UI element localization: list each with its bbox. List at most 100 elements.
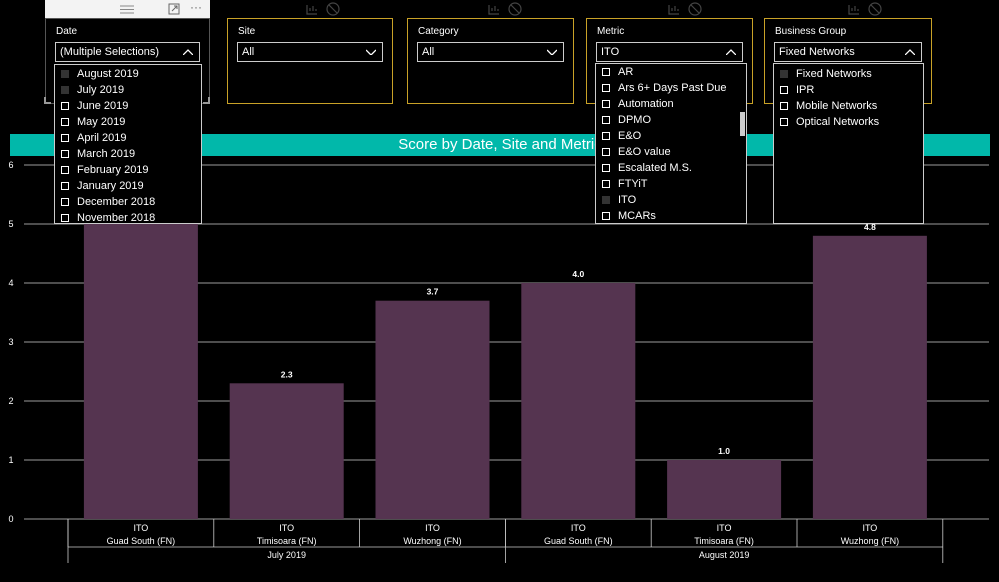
business-group-slicer-title: Business Group bbox=[775, 26, 847, 37]
site-dropdown[interactable]: All bbox=[237, 42, 383, 62]
option-item[interactable]: June 2019 bbox=[55, 98, 201, 114]
option-item[interactable]: Automation bbox=[596, 96, 746, 112]
filter-icon-group[interactable] bbox=[667, 2, 707, 16]
checkbox[interactable] bbox=[602, 148, 610, 156]
checkbox[interactable] bbox=[61, 150, 69, 158]
x-tick-label: ITO bbox=[133, 523, 148, 533]
x-tick-label: Timisoara (FN) bbox=[257, 536, 317, 546]
y-tick-label: 2 bbox=[8, 396, 13, 406]
checkbox[interactable] bbox=[602, 68, 610, 76]
option-label: Optical Networks bbox=[796, 116, 880, 128]
option-item[interactable]: February 2019 bbox=[55, 162, 201, 178]
bar bbox=[667, 460, 782, 519]
bar bbox=[229, 383, 344, 519]
checkbox[interactable] bbox=[61, 70, 69, 78]
site-slicer: Site All bbox=[227, 18, 393, 104]
drag-handle-icon[interactable] bbox=[120, 5, 134, 14]
checkbox[interactable] bbox=[61, 102, 69, 110]
option-item[interactable]: April 2019 bbox=[55, 130, 201, 146]
chevron-up-icon bbox=[183, 49, 193, 55]
checkbox[interactable] bbox=[61, 198, 69, 206]
option-item[interactable]: December 2018 bbox=[55, 194, 201, 210]
option-label: Automation bbox=[618, 98, 674, 110]
checkbox[interactable] bbox=[61, 214, 69, 222]
checkbox[interactable] bbox=[61, 86, 69, 94]
x-tick-label: Guad South (FN) bbox=[544, 536, 613, 546]
checkbox[interactable] bbox=[602, 212, 610, 220]
data-label: 4.0 bbox=[572, 269, 584, 279]
option-label: Ars 6+ Days Past Due bbox=[618, 82, 727, 94]
checkbox[interactable] bbox=[61, 118, 69, 126]
option-item[interactable]: Escalated M.S. bbox=[596, 160, 746, 176]
option-label: E&O value bbox=[618, 146, 671, 158]
option-item[interactable]: January 2019 bbox=[55, 178, 201, 194]
option-item[interactable]: Fixed Networks bbox=[774, 66, 923, 82]
checkbox[interactable] bbox=[780, 86, 788, 94]
option-item[interactable]: July 2019 bbox=[55, 82, 201, 98]
checkbox[interactable] bbox=[780, 70, 788, 78]
option-item[interactable]: E&O bbox=[596, 128, 746, 144]
option-item[interactable]: November 2018 bbox=[55, 210, 201, 223]
chevron-down-icon bbox=[547, 49, 557, 55]
x-group-label: August 2019 bbox=[699, 550, 750, 560]
option-item[interactable]: MCARs bbox=[596, 208, 746, 223]
resize-handle[interactable] bbox=[203, 97, 210, 104]
filter-icon-group[interactable] bbox=[487, 2, 527, 16]
chevron-up-icon bbox=[726, 49, 736, 55]
bar bbox=[375, 300, 490, 519]
checkbox[interactable] bbox=[780, 102, 788, 110]
x-tick-label: ITO bbox=[862, 523, 877, 533]
checkbox[interactable] bbox=[602, 84, 610, 92]
checkbox[interactable] bbox=[602, 116, 610, 124]
option-label: IPR bbox=[796, 84, 815, 96]
category-dropdown-value: All bbox=[422, 46, 435, 58]
option-label: AR bbox=[618, 66, 634, 78]
option-item[interactable]: August 2019 bbox=[55, 66, 201, 82]
option-label: June 2019 bbox=[77, 100, 129, 112]
checkbox[interactable] bbox=[602, 196, 610, 204]
option-item[interactable]: May 2019 bbox=[55, 114, 201, 130]
x-tick-label: Wuzhong (FN) bbox=[403, 536, 461, 546]
category-dropdown[interactable]: All bbox=[417, 42, 564, 62]
option-label: July 2019 bbox=[77, 84, 125, 96]
metric-slicer-title: Metric bbox=[597, 26, 625, 37]
y-tick-label: 3 bbox=[8, 337, 13, 347]
resize-handle[interactable] bbox=[44, 97, 51, 104]
option-item[interactable]: AR bbox=[596, 64, 746, 80]
x-tick-label: Timisoara (FN) bbox=[694, 536, 754, 546]
checkbox[interactable] bbox=[602, 180, 610, 188]
date-dropdown[interactable]: (Multiple Selections) bbox=[55, 42, 200, 62]
option-item[interactable]: Mobile Networks bbox=[774, 98, 923, 114]
option-label: Mobile Networks bbox=[796, 100, 878, 112]
x-tick-label: ITO bbox=[717, 523, 732, 533]
checkbox[interactable] bbox=[602, 164, 610, 172]
checkbox[interactable] bbox=[602, 100, 610, 108]
option-item[interactable]: ITO bbox=[596, 192, 746, 208]
checkbox[interactable] bbox=[61, 134, 69, 142]
checkbox[interactable] bbox=[61, 182, 69, 190]
option-item[interactable]: IPR bbox=[774, 82, 923, 98]
business-group-dropdown[interactable]: Fixed Networks bbox=[774, 42, 922, 62]
more-options-icon[interactable]: ··· bbox=[190, 0, 202, 14]
date-dropdown-value: (Multiple Selections) bbox=[60, 46, 160, 58]
focus-mode-icon[interactable] bbox=[168, 3, 180, 15]
metric-options-list: AR Ars 6+ Days Past Due Automation DPMO E&O E… bbox=[595, 63, 747, 224]
option-item[interactable]: Optical Networks bbox=[774, 114, 923, 130]
option-item[interactable]: E&O value bbox=[596, 144, 746, 160]
option-item[interactable]: Ars 6+ Days Past Due bbox=[596, 80, 746, 96]
option-label: April 2019 bbox=[77, 132, 127, 144]
filter-icon-group[interactable] bbox=[847, 2, 887, 16]
option-item[interactable]: FTYiT bbox=[596, 176, 746, 192]
option-label: February 2019 bbox=[77, 164, 149, 176]
option-label: March 2019 bbox=[77, 148, 136, 160]
y-tick-label: 4 bbox=[8, 278, 13, 288]
checkbox[interactable] bbox=[61, 166, 69, 174]
y-tick-label: 6 bbox=[8, 160, 13, 170]
checkbox[interactable] bbox=[780, 118, 788, 126]
checkbox[interactable] bbox=[602, 132, 610, 140]
option-item[interactable]: DPMO bbox=[596, 112, 746, 128]
metric-dropdown[interactable]: ITO bbox=[596, 42, 743, 62]
option-item[interactable]: March 2019 bbox=[55, 146, 201, 162]
x-tick-label: ITO bbox=[279, 523, 294, 533]
filter-icon-group[interactable] bbox=[305, 2, 345, 16]
